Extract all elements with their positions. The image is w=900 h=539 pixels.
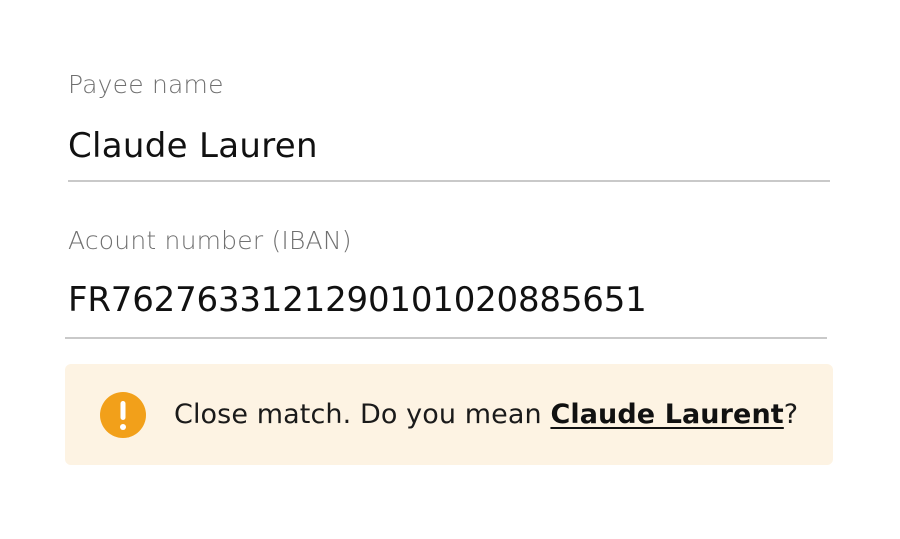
alert-text: Close match. Do you mean Claude Laurent? bbox=[174, 399, 798, 430]
payee-name-field: Payee name bbox=[68, 70, 828, 168]
alert-message: Close match. Do you mean bbox=[174, 399, 551, 430]
account-number-underline bbox=[65, 337, 827, 339]
exclamation-icon bbox=[100, 391, 146, 438]
suggested-name-link[interactable]: Claude Laurent bbox=[550, 399, 783, 430]
payee-name-label: Payee name bbox=[68, 70, 224, 99]
account-number-label: Acount number (IBAN) bbox=[68, 226, 352, 255]
account-number-field: Acount number (IBAN) bbox=[68, 226, 828, 322]
name-match-alert: Close match. Do you mean Claude Laurent? bbox=[65, 364, 833, 465]
alert-suffix: ? bbox=[783, 399, 799, 430]
account-number-input[interactable] bbox=[68, 278, 828, 322]
payee-name-input[interactable] bbox=[68, 124, 828, 168]
payee-name-underline bbox=[68, 180, 830, 182]
